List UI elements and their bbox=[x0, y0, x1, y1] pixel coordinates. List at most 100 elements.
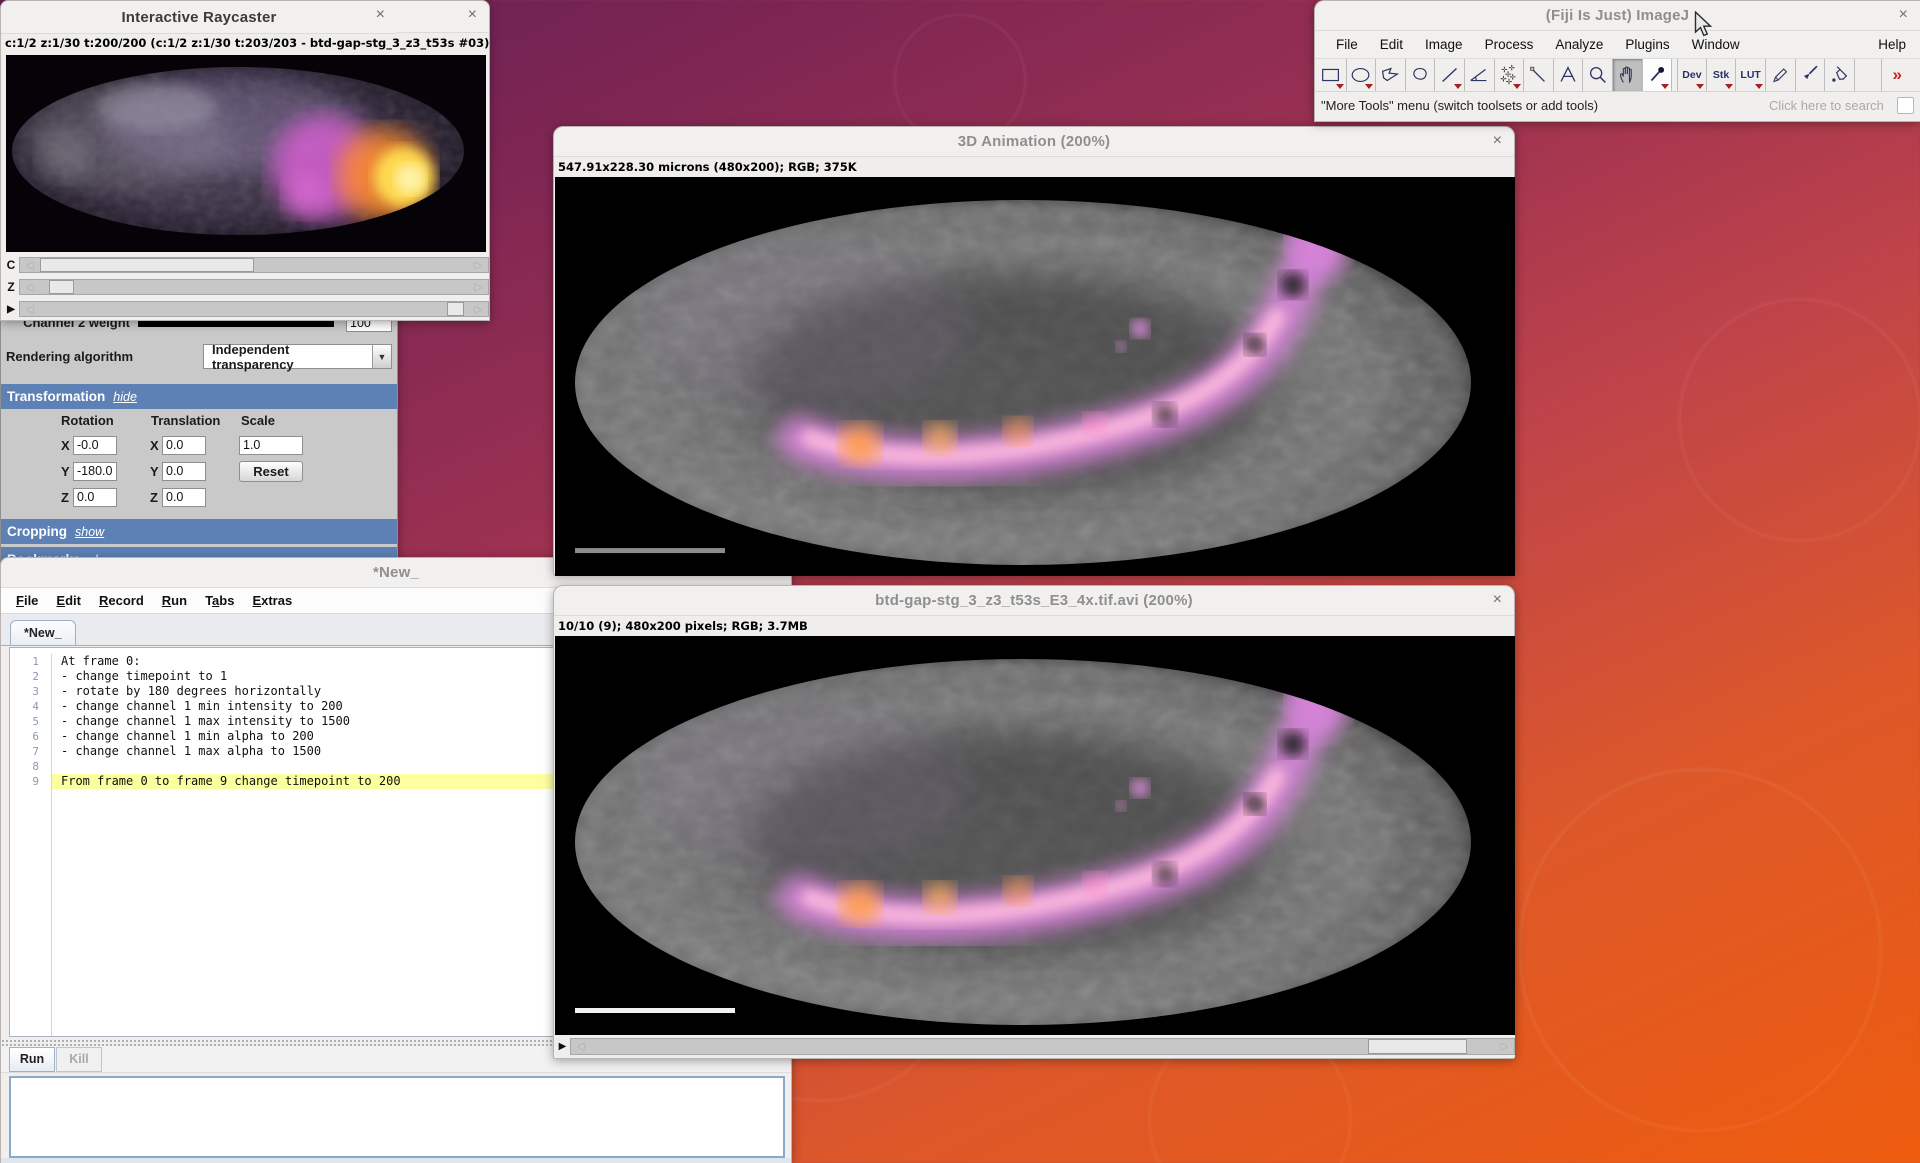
fiji-statusbar: "More Tools" menu (switch toolsets or ad… bbox=[1315, 92, 1920, 118]
more-tool-icon[interactable]: » bbox=[1882, 59, 1912, 91]
scroll-right-icon[interactable]: ▶ bbox=[468, 280, 488, 294]
rendering-algorithm-select[interactable]: Independent transparency ▼ bbox=[203, 344, 392, 369]
fiji-menu-edit[interactable]: Edit bbox=[1369, 37, 1414, 52]
frame-slider-thumb[interactable] bbox=[447, 302, 464, 316]
editor-menu-edit[interactable]: Edit bbox=[47, 593, 90, 608]
frame-slider-label[interactable]: ▶ bbox=[3, 304, 19, 315]
rotation-z-field[interactable] bbox=[73, 488, 117, 507]
line-number bbox=[10, 969, 52, 984]
pencil-tool-icon[interactable] bbox=[1766, 59, 1796, 91]
slice-slider-thumb[interactable] bbox=[49, 280, 75, 294]
search-input[interactable] bbox=[1769, 95, 1897, 115]
rotation-x-field[interactable] bbox=[73, 436, 117, 455]
avi-play-icon[interactable]: ▶ bbox=[555, 1041, 570, 1052]
fiji-menu-help[interactable]: Help bbox=[1867, 37, 1910, 52]
slice-slider-label: Z bbox=[3, 280, 19, 294]
line-tool-icon[interactable] bbox=[1435, 59, 1465, 91]
wand-tool-icon[interactable] bbox=[1524, 59, 1554, 91]
editor-menu-run[interactable]: Run bbox=[153, 593, 196, 608]
tif-image-canvas[interactable] bbox=[6, 55, 486, 252]
scroll-left-icon[interactable]: ◀ bbox=[20, 280, 40, 294]
cropping-show-link[interactable]: show bbox=[75, 525, 104, 539]
scroll-left-icon[interactable]: ◀ bbox=[20, 258, 40, 272]
scroll-right-icon[interactable]: ▶ bbox=[1494, 1039, 1514, 1054]
frame-slider-row: ▶◀▶ bbox=[3, 301, 489, 317]
avi-window: btd-gap-stg_3_z3_t53s_E3_4x.tif.avi (200… bbox=[553, 585, 1515, 1059]
avi-image-canvas[interactable] bbox=[555, 636, 1515, 1036]
fiji-menu-file[interactable]: File bbox=[1325, 37, 1369, 52]
channel-slider-label: C bbox=[3, 258, 19, 272]
editor-tab-new[interactable]: *New_ bbox=[10, 620, 76, 645]
point-tool-icon[interactable] bbox=[1495, 59, 1525, 91]
rotation-y-field[interactable] bbox=[73, 462, 117, 481]
zoom-tool-icon[interactable] bbox=[1583, 59, 1613, 91]
fiji-menu-window[interactable]: Window bbox=[1681, 37, 1751, 52]
editor-menu-record[interactable]: Record bbox=[90, 593, 153, 608]
fiji-menu-process[interactable]: Process bbox=[1474, 37, 1545, 52]
search-box-icon[interactable] bbox=[1897, 97, 1914, 114]
channel-slider-thumb[interactable] bbox=[40, 258, 254, 272]
angle-tool-icon[interactable] bbox=[1465, 59, 1495, 91]
rectangle-tool-icon[interactable] bbox=[1317, 59, 1347, 91]
frame-slider-rail[interactable] bbox=[40, 302, 468, 316]
fiji-menu-analyze[interactable]: Analyze bbox=[1544, 37, 1614, 52]
raycaster-titlebar[interactable]: Interactive Raycaster × bbox=[1, 1, 397, 34]
line-number bbox=[10, 894, 52, 909]
brush-tool-icon[interactable] bbox=[1796, 59, 1826, 91]
lut-tool-icon[interactable]: LUT bbox=[1736, 59, 1766, 91]
cropping-section-header: Cropping show bbox=[1, 519, 397, 544]
run-button[interactable]: Run bbox=[9, 1047, 55, 1072]
transformation-reset-button[interactable]: Reset bbox=[239, 461, 303, 482]
oval-tool-icon[interactable] bbox=[1347, 59, 1377, 91]
editor-output-area[interactable] bbox=[9, 1076, 785, 1158]
frame-slider[interactable]: ◀▶ bbox=[19, 301, 489, 317]
raycaster-close-icon[interactable]: × bbox=[376, 5, 385, 25]
translation-y-field[interactable] bbox=[162, 462, 206, 481]
polygon-tool-icon[interactable] bbox=[1376, 59, 1406, 91]
kill-button[interactable]: Kill bbox=[56, 1047, 102, 1072]
dev-tool-icon[interactable]: Dev bbox=[1677, 59, 1707, 91]
avi-frame-rail[interactable] bbox=[591, 1039, 1494, 1054]
slice-slider[interactable]: ◀▶ bbox=[19, 279, 489, 295]
stk-tool-icon[interactable]: Stk bbox=[1707, 59, 1737, 91]
avi-frame-thumb[interactable] bbox=[1368, 1039, 1467, 1054]
rendering-algorithm-row: Rendering algorithm Independent transpar… bbox=[6, 344, 392, 369]
freehand-tool-icon[interactable] bbox=[1406, 59, 1436, 91]
scroll-right-icon[interactable]: ▶ bbox=[468, 302, 488, 316]
translation-x-field[interactable] bbox=[162, 436, 206, 455]
scroll-left-icon[interactable]: ◀ bbox=[571, 1039, 591, 1054]
scroll-right-icon[interactable]: ▶ bbox=[468, 258, 488, 272]
scale-field[interactable] bbox=[239, 436, 303, 455]
channel-slider-rail[interactable] bbox=[40, 258, 468, 272]
fiji-close-icon[interactable]: × bbox=[1899, 5, 1908, 25]
line-number bbox=[10, 789, 52, 804]
hand-tool-icon[interactable] bbox=[1613, 59, 1643, 91]
fill-tool-icon[interactable] bbox=[1825, 59, 1855, 91]
editor-menu-file[interactable]: File bbox=[7, 593, 47, 608]
fiji-titlebar[interactable]: (Fiji Is Just) ImageJ × bbox=[1315, 1, 1920, 31]
editor-menu-tabs[interactable]: Tabs bbox=[196, 593, 243, 608]
avi-frame-scrollbar[interactable]: ◀▶ bbox=[570, 1038, 1515, 1055]
slice-slider-rail[interactable] bbox=[40, 280, 468, 294]
line-number bbox=[10, 849, 52, 864]
translation-z-field[interactable] bbox=[162, 488, 206, 507]
fiji-menu-plugins[interactable]: Plugins bbox=[1614, 37, 1680, 52]
rendering-algorithm-arrow-icon[interactable]: ▼ bbox=[372, 345, 391, 368]
editor-menu-extras[interactable]: Extras bbox=[243, 593, 301, 608]
dropper-tool-icon[interactable] bbox=[1643, 59, 1673, 91]
dropdown-corner-icon bbox=[1513, 84, 1521, 89]
tif-close-icon[interactable]: × bbox=[468, 5, 477, 25]
text-tool-icon[interactable] bbox=[1554, 59, 1584, 91]
line-number bbox=[10, 834, 52, 849]
anim3d-titlebar[interactable]: 3D Animation (200%) × bbox=[554, 127, 1514, 157]
avi-close-icon[interactable]: × bbox=[1493, 590, 1502, 610]
fiji-title: (Fiji Is Just) ImageJ bbox=[1546, 7, 1689, 24]
anim3d-image-canvas[interactable] bbox=[555, 177, 1515, 576]
avi-titlebar[interactable]: btd-gap-stg_3_z3_t53s_E3_4x.tif.avi (200… bbox=[554, 586, 1514, 616]
scroll-left-icon[interactable]: ◀ bbox=[20, 302, 40, 316]
fiji-menu-image[interactable]: Image bbox=[1414, 37, 1474, 52]
line-number: 4 bbox=[10, 699, 52, 714]
transformation-hide-link[interactable]: hide bbox=[113, 390, 137, 404]
channel-slider[interactable]: ◀▶ bbox=[19, 257, 489, 273]
anim3d-close-icon[interactable]: × bbox=[1493, 131, 1502, 151]
